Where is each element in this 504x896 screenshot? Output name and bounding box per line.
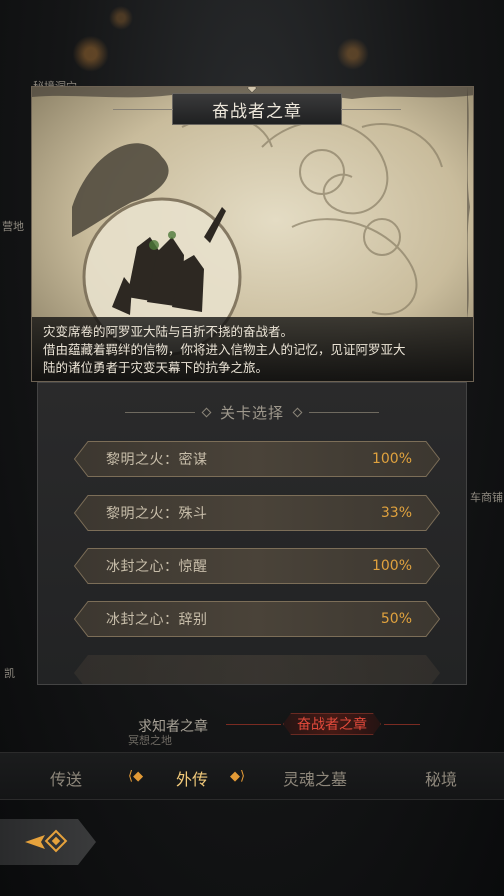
header-divider (124, 411, 195, 413)
stage-progress: 33% (380, 505, 412, 521)
tab-secret-realm[interactable]: 秘境 (425, 766, 457, 790)
description-line: 灾变席卷的阿罗亚大陆与百折不挠的奋战者。 (43, 324, 294, 339)
chapter-divider-line (226, 724, 281, 725)
stage-name: 黎明之火：密谋 (106, 452, 208, 468)
header-diamond (201, 407, 212, 417)
chapter-title: 奋战者之章 (113, 93, 401, 125)
header-divider (309, 411, 379, 413)
header-diamond (292, 407, 303, 417)
chapter-switcher: 求知者之章 奋战者之章 冥想之地 (0, 712, 504, 747)
bg-label-meditation: 冥想之地 (128, 734, 172, 747)
back-button[interactable] (0, 819, 96, 865)
bottom-tab-bar: 传送 ⟨◆ 外传 ◆⟩ 灵魂之墓 秘境 (0, 752, 504, 800)
stage-item[interactable]: 黎明之火：密谋 100% (74, 441, 440, 477)
bg-label-camp: 营地 (2, 220, 24, 233)
chapter-card: 奋战者之章 灾变席卷的阿罗亚大陆与百折不挠的奋战者。 借由蕴藏着羁绊的信物，你将… (31, 86, 474, 382)
back-arrow-icon (25, 829, 68, 853)
stage-item[interactable]: 黎明之火：殊斗 33% (74, 495, 440, 531)
stage-select-panel[interactable]: 关卡选择 黎明之火：密谋 100% 黎明之火：殊斗 33% 冰封之心：惊醒 10… (37, 382, 467, 685)
bg-label-kai: 凯 (4, 667, 15, 680)
stage-item[interactable]: 冰封之心：辞别 50% (74, 601, 440, 637)
stage-name: 冰封之心：惊醒 (106, 559, 208, 575)
stage-progress: 100% (371, 451, 412, 467)
stage-name: 黎明之火：殊斗 (106, 506, 208, 522)
description-line: 陆的诸位勇者于灾变天幕下的抗争之旅。 (43, 360, 269, 375)
stage-name: 冰封之心：辞别 (106, 612, 208, 628)
stage-progress: 100% (371, 558, 412, 574)
stage-progress: 50% (380, 611, 412, 627)
stage-item[interactable]: 冰封之心：惊醒 100% (74, 548, 440, 584)
chapter-divider-line (384, 724, 420, 725)
tab-right-wing-icon: ◆⟩ (230, 769, 246, 784)
chapter-tab-fighter[interactable]: 奋战者之章 (283, 713, 381, 735)
description-line: 借由蕴藏着羁绊的信物，你将进入信物主人的记忆，见证阿罗亚大 (43, 342, 406, 357)
stage-select-title: 关卡选择 (219, 403, 284, 422)
stage-select-header: 关卡选择 (38, 401, 466, 423)
bg-label-shop: 车商铺 (470, 491, 503, 504)
tab-left-wing-icon: ⟨◆ (128, 769, 144, 784)
stage-item-partial[interactable] (74, 655, 440, 685)
tab-side-story[interactable]: 外传 (176, 766, 208, 790)
chapter-description: 灾变席卷的阿罗亚大陆与百折不挠的奋战者。 借由蕴藏着羁绊的信物，你将进入信物主人… (32, 317, 473, 381)
tab-teleport[interactable]: 传送 (50, 766, 82, 790)
tab-soul-tomb[interactable]: 灵魂之墓 (283, 766, 347, 790)
